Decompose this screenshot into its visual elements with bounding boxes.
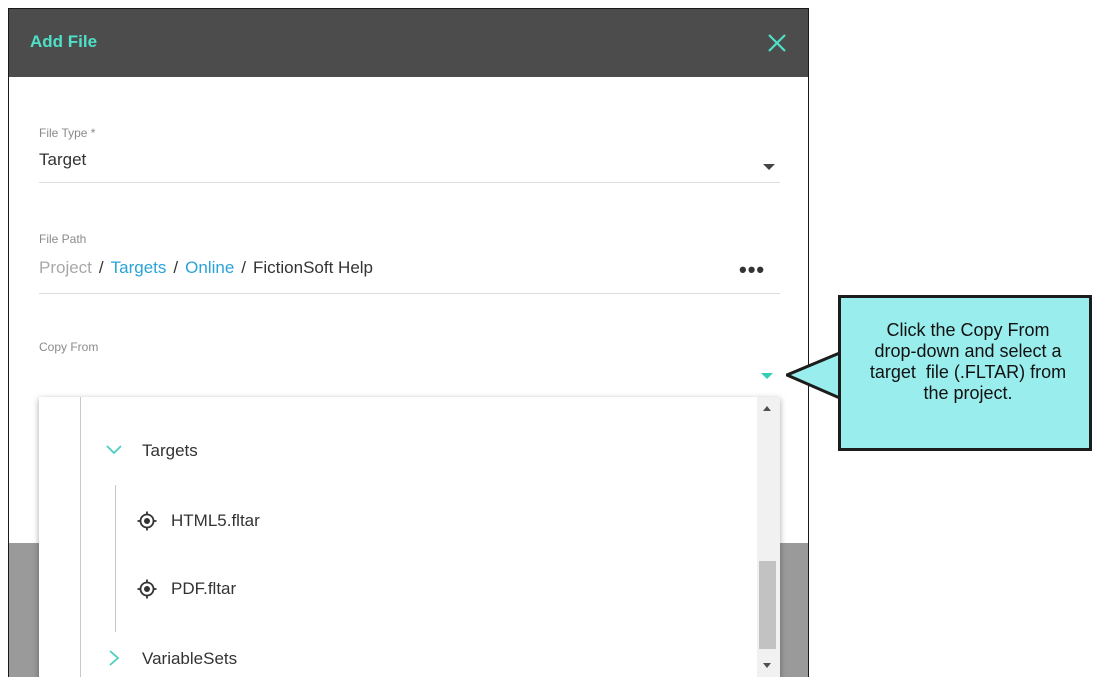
crumb-targets[interactable]: Targets bbox=[111, 258, 167, 277]
callout-line: drop-down and select a bbox=[874, 341, 1062, 361]
chevron-down-icon[interactable] bbox=[105, 443, 123, 457]
scroll-down-arrow-icon[interactable] bbox=[763, 663, 771, 668]
copy-from-dropdown: Targets HTML5.fltar PDF.fltar VariableSe… bbox=[39, 397, 780, 677]
scroll-up-arrow-icon[interactable] bbox=[763, 406, 771, 411]
crumb-current: FictionSoft Help bbox=[253, 258, 374, 277]
tree-folder-targets[interactable]: Targets bbox=[142, 441, 198, 461]
callout-text: Click the Copy From drop-down and select… bbox=[841, 320, 1094, 404]
tree-file-html5[interactable]: HTML5.fltar bbox=[171, 511, 260, 531]
copy-from-dropdown-icon[interactable] bbox=[761, 373, 773, 379]
callout-line: target file (.FLTAR) from bbox=[869, 362, 1067, 382]
close-icon[interactable] bbox=[765, 31, 789, 55]
crumb-separator: / bbox=[241, 258, 247, 277]
tree-folder-variablesets[interactable]: VariableSets bbox=[142, 649, 237, 669]
file-path-label: File Path bbox=[39, 232, 87, 246]
tree-file-pdf[interactable]: PDF.fltar bbox=[171, 579, 236, 599]
tree-guide-line bbox=[80, 397, 81, 677]
dialog-frame: Add File File Type * Target File Path Pr… bbox=[8, 8, 809, 677]
target-file-icon bbox=[137, 511, 157, 531]
target-file-icon bbox=[137, 579, 157, 599]
tree-branch-line bbox=[115, 485, 116, 632]
file-path-underline bbox=[39, 293, 780, 294]
crumb-online[interactable]: Online bbox=[185, 258, 234, 277]
callout-line: the project. bbox=[923, 383, 1013, 403]
file-type-value[interactable]: Target bbox=[39, 150, 86, 170]
more-options-button[interactable]: ••• bbox=[739, 257, 765, 283]
crumb-separator: / bbox=[173, 258, 179, 277]
copy-from-label: Copy From bbox=[39, 340, 99, 354]
file-type-label: File Type * bbox=[39, 126, 96, 140]
callout-line: Click the Copy From bbox=[886, 320, 1050, 340]
instruction-callout: Click the Copy From drop-down and select… bbox=[838, 295, 1092, 451]
file-path-breadcrumb: Project / Targets / Online / FictionSoft Help bbox=[39, 258, 373, 278]
dialog-header: Add File bbox=[9, 9, 808, 77]
file-type-underline bbox=[39, 182, 780, 183]
scrollbar-thumb[interactable] bbox=[759, 561, 776, 649]
dialog-title: Add File bbox=[30, 32, 98, 51]
dropdown-scrollbar[interactable] bbox=[757, 397, 780, 677]
file-type-dropdown-icon[interactable] bbox=[763, 164, 775, 170]
crumb-project: Project bbox=[39, 258, 92, 277]
crumb-separator: / bbox=[98, 258, 104, 277]
callout-pointer bbox=[786, 352, 844, 402]
chevron-right-icon[interactable] bbox=[107, 649, 121, 667]
